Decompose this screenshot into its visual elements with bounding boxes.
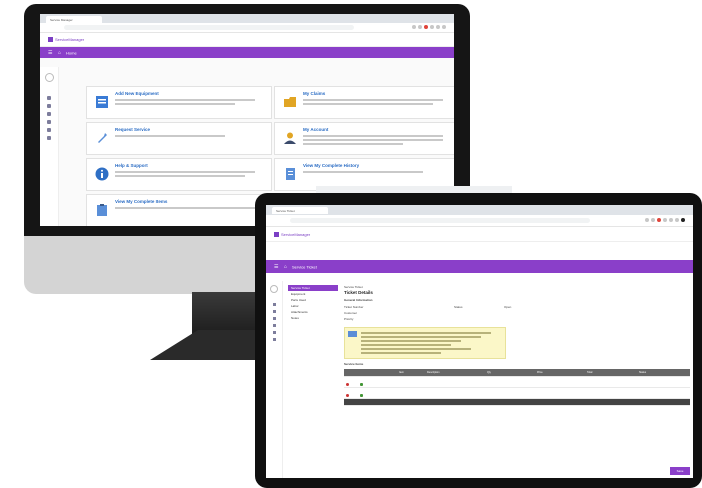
user-avatar-icon[interactable] — [44, 73, 54, 82]
field-label: Status — [454, 305, 463, 309]
clipboard-icon — [93, 201, 111, 219]
card-help-support[interactable]: Help & Support — [86, 158, 272, 191]
app-name: ServiceManager — [281, 232, 311, 237]
left-sidebar — [266, 281, 283, 478]
app-logo-icon — [274, 232, 279, 237]
sidebar-icon-3[interactable] — [272, 317, 276, 320]
card-title: Add New Equipment — [115, 91, 159, 96]
user-icon — [281, 129, 299, 147]
app-logo-icon — [48, 37, 53, 42]
laptop-device: Service Ticket ServiceManager ☰ ⌂ Servic… — [255, 193, 702, 488]
page-title: Ticket Details — [344, 290, 373, 295]
sidebar-icon-4[interactable] — [272, 324, 276, 327]
info-icon — [93, 165, 111, 183]
app-name: ServiceManager — [55, 37, 85, 42]
browser-tab-strip: Service Manager — [40, 14, 454, 23]
sidebar-icon-6[interactable] — [47, 136, 51, 140]
card-title: Request Service — [115, 127, 151, 132]
card-request-service[interactable]: Request Service — [86, 122, 272, 155]
tab-label: Service Manager — [50, 18, 73, 22]
breadcrumb: Home — [66, 50, 77, 55]
sidebar-icon-2[interactable] — [47, 104, 51, 108]
table-row[interactable] — [344, 377, 690, 388]
card-my-account[interactable]: My Account — [274, 122, 454, 155]
card-add-equipment[interactable]: Add New Equipment — [86, 86, 272, 119]
url-input[interactable] — [290, 218, 590, 223]
top-nav-bar: ☰ ⌂ Service Ticket — [266, 260, 693, 273]
left-sidebar — [40, 67, 59, 226]
user-avatar-icon[interactable] — [270, 285, 278, 293]
menu-icon[interactable]: ☰ — [48, 50, 52, 56]
breadcrumb: Service Ticket — [292, 264, 317, 269]
section-nav: Service Ticket Equipment Parts Used Labo… — [288, 285, 338, 321]
browser-tab[interactable]: Service Manager — [46, 16, 102, 23]
page-subtitle: Service Ticket — [344, 285, 363, 289]
note-icon — [348, 331, 357, 337]
browser-address-bar — [40, 23, 454, 33]
section-heading: General Information — [344, 298, 373, 302]
sidebar-icon-1[interactable] — [47, 96, 51, 100]
monitor-stand — [192, 292, 262, 334]
table-title: Service Items — [344, 362, 364, 366]
ticket-content: Service Ticket Ticket Details General In… — [344, 281, 693, 478]
service-items-table: Item Description Qty Price Total Status — [344, 369, 690, 406]
browser-extension-icons — [412, 25, 446, 29]
delete-icon[interactable] — [346, 394, 349, 397]
top-nav-bar: ☰ ⌂ Home — [40, 47, 454, 58]
menu-icon[interactable]: ☰ — [274, 264, 278, 270]
document-icon — [281, 165, 299, 183]
browser-extension-icons — [645, 218, 685, 222]
table-header: Item Description Qty Price Total Status — [344, 369, 690, 377]
field-label: Priority — [344, 317, 354, 321]
card-title: View My Complete Items — [115, 199, 168, 204]
sidebar-icon-5[interactable] — [47, 128, 51, 132]
url-input[interactable] — [64, 25, 354, 30]
sidebar-icon-1[interactable] — [272, 303, 276, 306]
card-my-claims[interactable]: My Claims — [274, 86, 454, 119]
card-view-items[interactable]: View My Complete Items — [86, 194, 272, 226]
sidebar-icon-5[interactable] — [272, 331, 276, 334]
field-label: Ticket Number — [344, 305, 364, 309]
table-footer — [344, 399, 690, 406]
card-title: Help & Support — [115, 163, 148, 168]
home-icon[interactable]: ⌂ — [284, 264, 287, 270]
instructions-note — [344, 327, 506, 359]
app-header: ServiceManager — [266, 227, 693, 242]
card-title: My Account — [303, 127, 329, 132]
tab-label: Service Ticket — [276, 209, 295, 213]
delete-icon[interactable] — [346, 383, 349, 386]
card-title: My Claims — [303, 91, 326, 96]
browser-address-bar — [266, 215, 693, 227]
browser-tab[interactable]: Service Ticket — [272, 207, 328, 214]
laptop-screen: Service Ticket ServiceManager ☰ ⌂ Servic… — [266, 205, 693, 478]
app-header: ServiceManager — [40, 33, 454, 47]
field-label: Customer — [344, 311, 358, 315]
browser-tab-strip: Service Ticket — [266, 205, 693, 215]
nav-item-notes[interactable]: Notes — [288, 315, 338, 321]
card-title: View My Complete History — [303, 163, 360, 168]
save-button[interactable]: Save — [670, 467, 690, 475]
sidebar-icon-4[interactable] — [47, 120, 51, 124]
wrench-icon — [93, 129, 111, 147]
field-value: Open — [504, 305, 512, 309]
sidebar-icon-3[interactable] — [47, 112, 51, 116]
sidebar-icon-6[interactable] — [272, 338, 276, 341]
home-icon[interactable]: ⌂ — [58, 50, 61, 56]
equipment-form-icon — [93, 93, 111, 111]
table-row[interactable] — [344, 388, 690, 399]
sidebar-icon-2[interactable] — [272, 310, 276, 313]
folder-icon — [281, 93, 299, 111]
